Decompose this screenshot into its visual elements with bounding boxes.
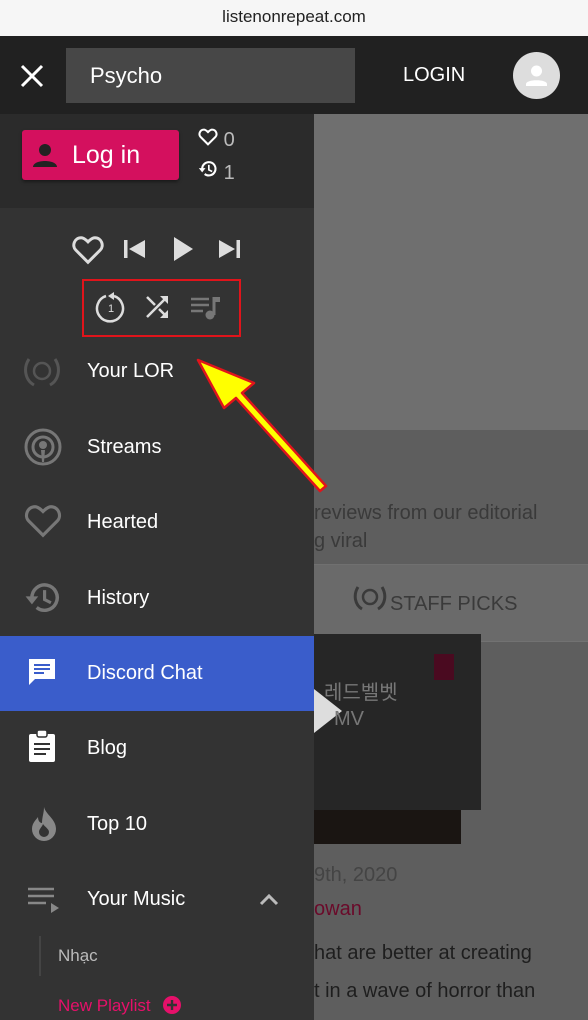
menu-label: Discord Chat (87, 662, 203, 684)
tab-label: STAFF PICKS (390, 593, 518, 615)
menu-label: Your Music (87, 888, 186, 910)
playlist-item[interactable]: Nhạc (58, 946, 98, 966)
shuffle-icon[interactable] (145, 294, 171, 320)
heart-icon (198, 128, 218, 146)
podcast-icon (24, 428, 62, 466)
playlist-icon (28, 887, 59, 913)
hearts-count: 0 (223, 129, 235, 151)
menu-label: Blog (87, 737, 128, 759)
account-section: Log in 0 1 (0, 114, 314, 208)
login-button[interactable]: Log in (22, 130, 179, 180)
menu-label: Your LOR (87, 360, 175, 382)
menu-label: Top 10 (87, 813, 148, 835)
side-drawer: Log in 0 1 1 Your LOR Streams Hearted Hi… (0, 114, 314, 1020)
chevron-up-icon[interactable] (259, 892, 279, 906)
post-body-line2: t in a wave of horror than (314, 980, 536, 1002)
menu-item-your-lor[interactable]: Your LOR (0, 334, 314, 409)
clipboard-icon (29, 729, 55, 762)
video-overlay: 레드벨벳 MV (314, 634, 481, 810)
menu-item-your-music[interactable]: Your Music (0, 862, 314, 937)
plus-circle-icon (163, 996, 182, 1014)
post-author[interactable]: owan (314, 898, 362, 921)
skip-next-icon[interactable] (219, 238, 241, 260)
post-date: 9th, 2020 (314, 864, 398, 886)
svg-text:1: 1 (108, 303, 114, 315)
content-card (314, 114, 588, 430)
post-body: hat are better at creating (314, 942, 532, 964)
menu-label: Streams (87, 436, 162, 458)
queue-music-icon[interactable] (190, 295, 222, 321)
close-icon[interactable] (18, 62, 46, 90)
login-label: Log in (72, 141, 141, 169)
menu-item-blog[interactable]: Blog (0, 711, 314, 786)
skip-previous-icon[interactable] (124, 238, 146, 260)
menu-item-streams[interactable]: Streams (0, 410, 314, 485)
history-count: 1 (223, 162, 235, 184)
person-icon (33, 144, 57, 167)
menu-item-top-10[interactable]: Top 10 (0, 787, 314, 862)
search-input[interactable] (66, 48, 355, 103)
divider (39, 936, 41, 976)
description-line2: g viral (314, 530, 368, 552)
new-playlist-button[interactable]: New Playlist (58, 996, 182, 1016)
laurel-repeat-icon (353, 586, 387, 611)
avatar[interactable] (513, 52, 560, 99)
menu-item-history[interactable]: History (0, 561, 314, 636)
new-playlist-label: New Playlist (58, 996, 151, 1015)
history-icon (25, 583, 59, 613)
history-icon (198, 161, 217, 177)
url-bar[interactable]: listenonrepeat.com (0, 0, 588, 36)
login-link[interactable]: LOGIN (403, 64, 465, 87)
chat-icon (29, 659, 55, 685)
heart-icon (24, 505, 62, 538)
top-bar: LOGIN (0, 36, 588, 114)
menu-item-discord-chat[interactable]: Discord Chat (0, 636, 314, 711)
history-stat: 1 (198, 159, 235, 185)
person-icon (526, 65, 547, 86)
menu-label: Hearted (87, 511, 159, 533)
flame-icon (32, 807, 56, 841)
play-icon[interactable] (174, 237, 194, 261)
repeat-one-icon[interactable]: 1 (95, 291, 127, 323)
hearts-stat: 0 (198, 128, 235, 152)
laurel-repeat-icon (24, 358, 60, 387)
video-subtitle: MV (334, 708, 364, 730)
tab-staff-picks[interactable]: STAFF PICKS (314, 564, 588, 642)
description: reviews from our editorial (314, 502, 538, 524)
page-content: reviews from our editorial g viral STAFF… (314, 114, 588, 1020)
heart-icon[interactable] (71, 235, 105, 265)
bookmark-icon (434, 654, 454, 680)
menu-item-hearted[interactable]: Hearted (0, 485, 314, 560)
video-title: 레드벨벳 (324, 682, 398, 704)
menu-label: History (87, 587, 150, 609)
